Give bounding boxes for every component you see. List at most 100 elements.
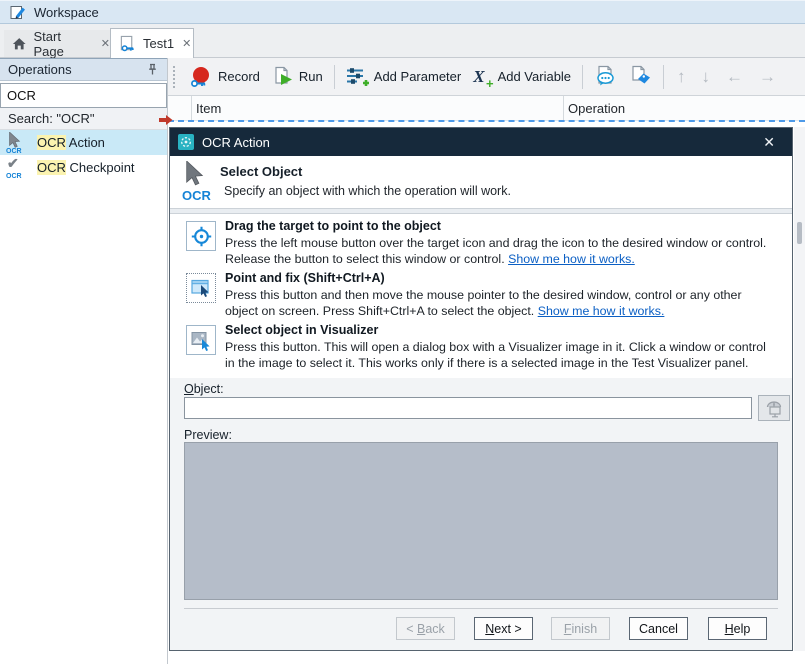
tab-test1-label: Test1 xyxy=(143,36,174,51)
label-button[interactable] xyxy=(623,62,658,91)
tag-document-icon xyxy=(629,65,652,88)
show-me-how-link[interactable]: Show me how it works. xyxy=(508,252,635,266)
option-drag-target: Drag the target to point to the object P… xyxy=(186,219,778,267)
object-input[interactable] xyxy=(184,397,752,419)
finish-button[interactable]: Finish xyxy=(551,617,610,640)
column-header-item[interactable]: Item xyxy=(196,101,221,116)
add-parameter-button[interactable]: Add Parameter xyxy=(340,63,467,91)
cancel-button[interactable]: Cancel xyxy=(629,617,688,640)
run-label: Run xyxy=(299,69,323,84)
wizard-page-subtitle: Specify an object with which the operati… xyxy=(224,184,511,198)
operations-search-input[interactable] xyxy=(1,88,183,103)
ocr-action-icon: OCR xyxy=(6,132,32,154)
operations-panel-title: Operations xyxy=(8,62,146,77)
record-icon xyxy=(189,66,213,88)
move-right-button[interactable]: → xyxy=(751,67,784,87)
move-left-button[interactable]: ← xyxy=(718,67,751,87)
ocr-action-dialog: OCR Action ✕ OCR Select Object Specify a… xyxy=(169,127,793,651)
toolbar-separator xyxy=(582,65,583,89)
test-toolbar: Record Run Add Parameter X+ Add Varia xyxy=(168,58,805,95)
arrow-left-icon: ← xyxy=(726,67,743,86)
ocr-dialog-icon xyxy=(178,134,194,150)
wizard-page-title: Select Object xyxy=(220,164,302,179)
tab-start-page[interactable]: Start Page ✕ xyxy=(4,30,110,57)
run-icon xyxy=(272,66,294,88)
add-parameter-label: Add Parameter xyxy=(374,69,461,84)
next-button[interactable]: Next > xyxy=(474,617,533,640)
column-divider[interactable] xyxy=(563,96,564,122)
tab-start-page-close-icon[interactable]: ✕ xyxy=(101,37,110,50)
vertical-scrollbar-thumb[interactable] xyxy=(797,222,802,244)
ocr-checkpoint-icon: ✔ OCR xyxy=(6,157,32,179)
option-title: Point and fix (Shift+Ctrl+A) xyxy=(225,271,778,285)
operations-search-box: ✕ xyxy=(0,83,167,108)
comment-document-icon xyxy=(594,65,617,88)
tab-start-page-label: Start Page xyxy=(33,29,92,59)
toolbar-separator xyxy=(334,65,335,89)
record-label: Record xyxy=(218,69,260,84)
editor-right-margin xyxy=(794,127,805,651)
document-tabstrip: Start Page ✕ Test1 ✕ xyxy=(0,24,805,58)
list-item-ocr-action[interactable]: OCR OCR Action xyxy=(0,130,167,155)
option-description: Press the left mouse button over the tar… xyxy=(225,235,778,267)
option-title: Select object in Visualizer xyxy=(225,323,778,337)
pin-icon[interactable] xyxy=(146,63,159,76)
object-field-label: Object: xyxy=(184,382,224,396)
workspace-bar: Workspace xyxy=(0,0,805,24)
move-up-button[interactable]: ↑ xyxy=(669,67,694,87)
arrow-down-icon: ↓ xyxy=(702,67,711,86)
option-point-and-fix: Point and fix (Shift+Ctrl+A) Press this … xyxy=(186,271,778,319)
ocr-action-large-icon: OCR xyxy=(182,161,216,203)
home-icon xyxy=(12,37,26,51)
select-object-options: Drag the target to point to the object P… xyxy=(170,214,792,378)
column-header-operation[interactable]: Operation xyxy=(568,101,625,116)
option-description: Press this button. This will open a dial… xyxy=(225,339,778,371)
current-row-marker-icon xyxy=(159,114,173,126)
list-item-label: OCR Action xyxy=(37,135,105,150)
dialog-titlebar[interactable]: OCR Action ✕ xyxy=(170,128,792,156)
dialog-title: OCR Action xyxy=(202,135,270,150)
add-variable-label: Add Variable xyxy=(498,69,571,84)
insertion-indicator-line xyxy=(168,120,805,122)
move-down-button[interactable]: ↓ xyxy=(694,67,719,87)
tab-test1[interactable]: Test1 ✕ xyxy=(110,28,194,58)
buttons-separator xyxy=(184,608,778,609)
screen-object-icon xyxy=(764,399,784,418)
image-pointer-icon xyxy=(191,330,212,351)
option-description: Press this button and then move the mous… xyxy=(225,287,778,319)
run-button[interactable]: Run xyxy=(266,63,329,91)
add-variable-icon: X+ xyxy=(473,67,484,87)
option-title: Drag the target to point to the object xyxy=(225,219,778,233)
search-results-header: Search: "OCR" xyxy=(0,108,167,130)
description-button[interactable] xyxy=(588,62,623,91)
workspace-title: Workspace xyxy=(34,5,99,20)
dialog-close-icon[interactable]: ✕ xyxy=(758,133,780,152)
arrow-up-icon: ↑ xyxy=(677,67,686,86)
list-item-label: OCR Checkpoint xyxy=(37,160,135,175)
show-me-how-link[interactable]: Show me how it works. xyxy=(538,304,665,318)
target-icon xyxy=(191,226,212,247)
option-select-in-visualizer: Select object in Visualizer Press this b… xyxy=(186,323,778,371)
drag-target-button[interactable] xyxy=(186,221,216,251)
list-item-ocr-checkpoint[interactable]: ✔ OCR OCR Checkpoint xyxy=(0,155,167,180)
visualizer-select-button[interactable] xyxy=(186,325,216,355)
preview-label: Preview: xyxy=(184,428,232,442)
window-pointer-icon xyxy=(191,278,212,299)
dialog-lower-section: Object: Preview: < Back Next > Finish Ca… xyxy=(170,378,792,650)
toolbar-drag-handle[interactable] xyxy=(173,66,177,88)
add-parameter-icon xyxy=(346,66,369,88)
add-variable-button[interactable]: X+ Add Variable xyxy=(467,64,577,90)
arrow-right-icon: → xyxy=(759,67,776,86)
back-button[interactable]: < Back xyxy=(396,617,455,640)
preview-area xyxy=(184,442,778,600)
record-button[interactable]: Record xyxy=(183,63,266,91)
help-button[interactable]: Help xyxy=(708,617,767,640)
operations-panel: Operations ✕ Search: "OCR" OCR OCR Actio… xyxy=(0,58,168,664)
point-and-fix-button[interactable] xyxy=(186,273,216,303)
operations-panel-header: Operations xyxy=(0,58,167,81)
keyword-test-icon xyxy=(119,35,136,53)
object-browse-button[interactable] xyxy=(758,395,790,421)
application-window: Workspace Start Page ✕ Test1 ✕ Operation… xyxy=(0,0,805,664)
test-steps-grid-header: Item Operation xyxy=(168,95,805,121)
tab-test1-close-icon[interactable]: ✕ xyxy=(182,37,191,50)
